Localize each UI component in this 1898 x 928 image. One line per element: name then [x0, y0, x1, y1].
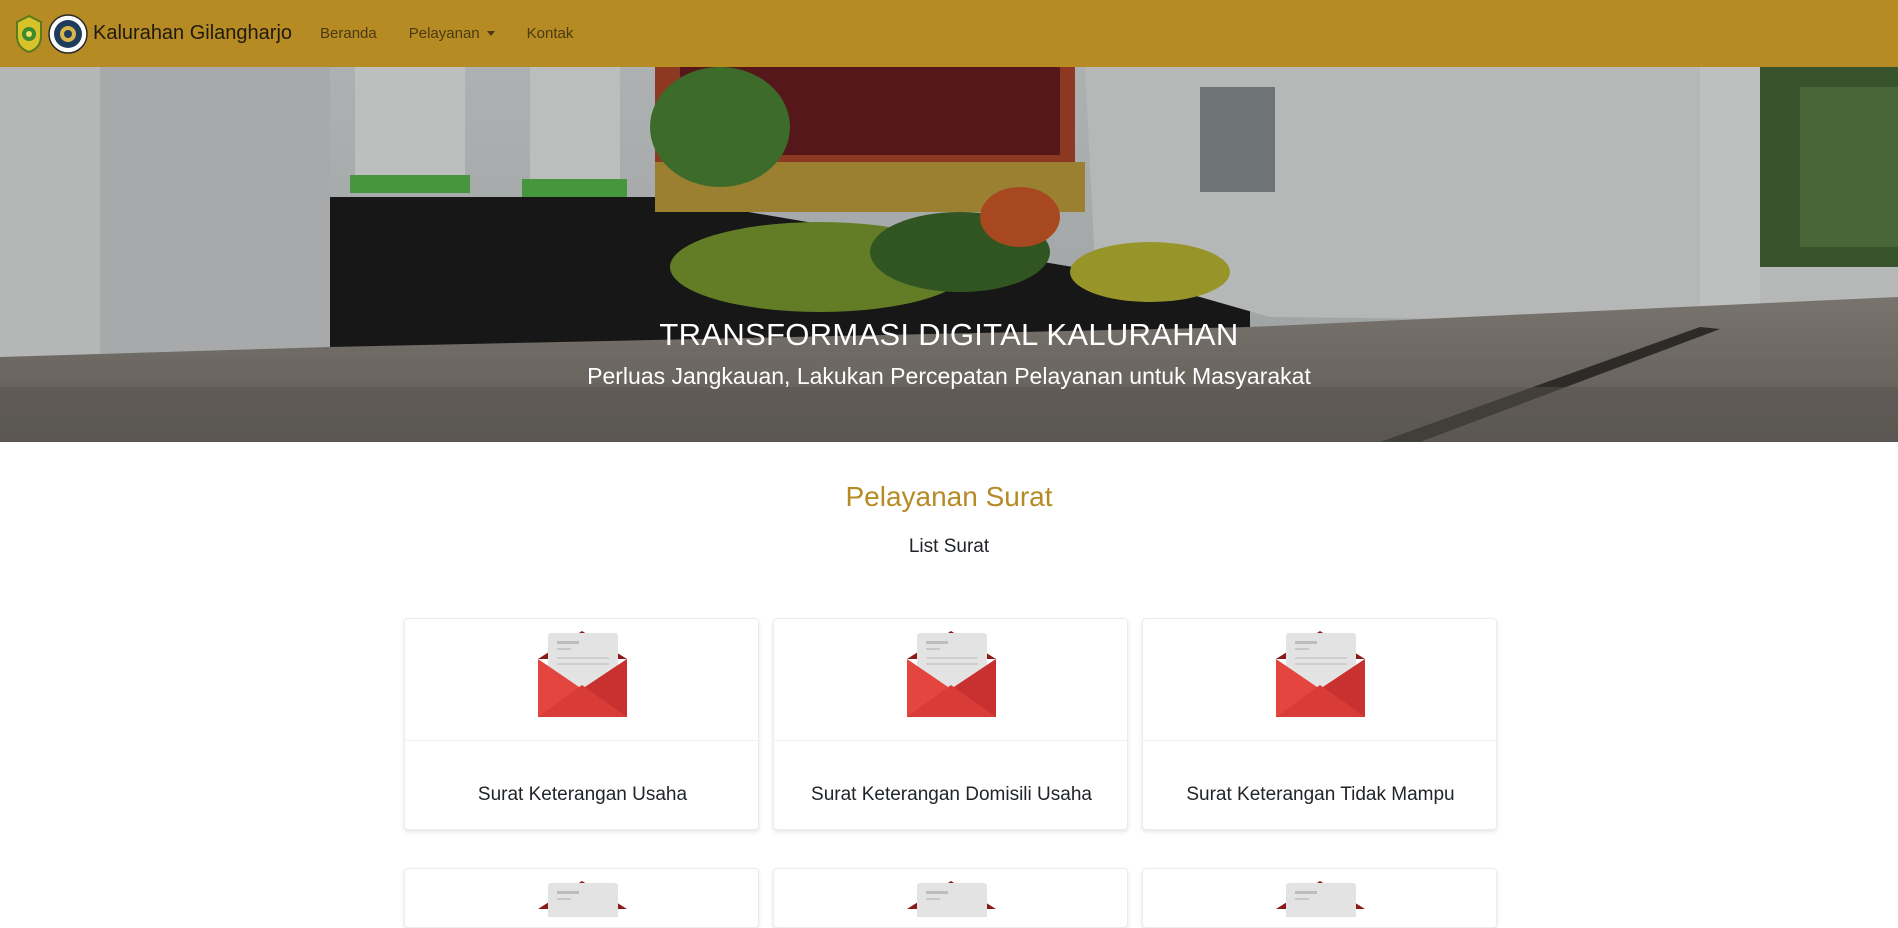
card-image	[774, 619, 1129, 741]
regency-logo-icon	[16, 14, 42, 53]
card-label: Surat Keterangan Usaha	[477, 784, 688, 805]
nav-menu: Beranda Pelayanan Kontak	[304, 25, 589, 42]
nav-pelayanan-dropdown[interactable]: Pelayanan	[393, 25, 511, 42]
envelope-letter-icon	[1276, 631, 1365, 717]
card-label: Surat Keterangan Domisili Usaha	[811, 784, 1092, 805]
envelope-letter-icon	[1276, 881, 1365, 917]
section-title: Pelayanan Surat	[845, 481, 1053, 512]
envelope-letter-icon	[538, 881, 627, 917]
nav-kontak[interactable]: Kontak	[511, 25, 590, 42]
service-card[interactable]	[404, 868, 759, 928]
nav-beranda[interactable]: Beranda	[304, 25, 393, 42]
envelope-letter-icon	[907, 881, 996, 917]
hero-subtitle: Perluas Jangkauan, Lakukan Percepatan Pe…	[587, 363, 1311, 389]
card-label: Surat Keterangan Tidak Mampu	[1186, 784, 1455, 805]
service-card-domisili-usaha[interactable]: Surat Keterangan Domisili Usaha	[773, 618, 1129, 830]
brand-title: Kalurahan Gilangharjo	[93, 22, 293, 44]
card-image	[1143, 619, 1498, 741]
nav-pelayanan-label: Pelayanan	[408, 25, 480, 42]
card-image	[405, 619, 760, 741]
navbar: Kalurahan Gilangharjo Beranda Pelayanan …	[0, 0, 1898, 67]
kalurahan-seal-icon	[48, 13, 88, 54]
hero-banner: TRANSFORMASI DIGITAL KALURAHAN Perluas J…	[0, 67, 1898, 442]
service-card-tidak-mampu[interactable]: Surat Keterangan Tidak Mampu	[1142, 618, 1498, 830]
service-card-usaha[interactable]: Surat Keterangan Usaha	[404, 618, 760, 830]
nav-kontak-label: Kontak	[526, 25, 574, 42]
service-card[interactable]	[773, 868, 1128, 928]
nav-beranda-label: Beranda	[320, 25, 377, 42]
envelope-letter-icon	[907, 631, 996, 717]
caret-down-icon	[486, 31, 495, 36]
navbar-brand[interactable]: Kalurahan Gilangharjo	[14, 13, 293, 54]
section-subtitle: List Surat	[908, 536, 990, 557]
hero-title: TRANSFORMASI DIGITAL KALURAHAN	[659, 317, 1239, 352]
service-card[interactable]	[1142, 868, 1497, 928]
envelope-letter-icon	[538, 631, 627, 717]
